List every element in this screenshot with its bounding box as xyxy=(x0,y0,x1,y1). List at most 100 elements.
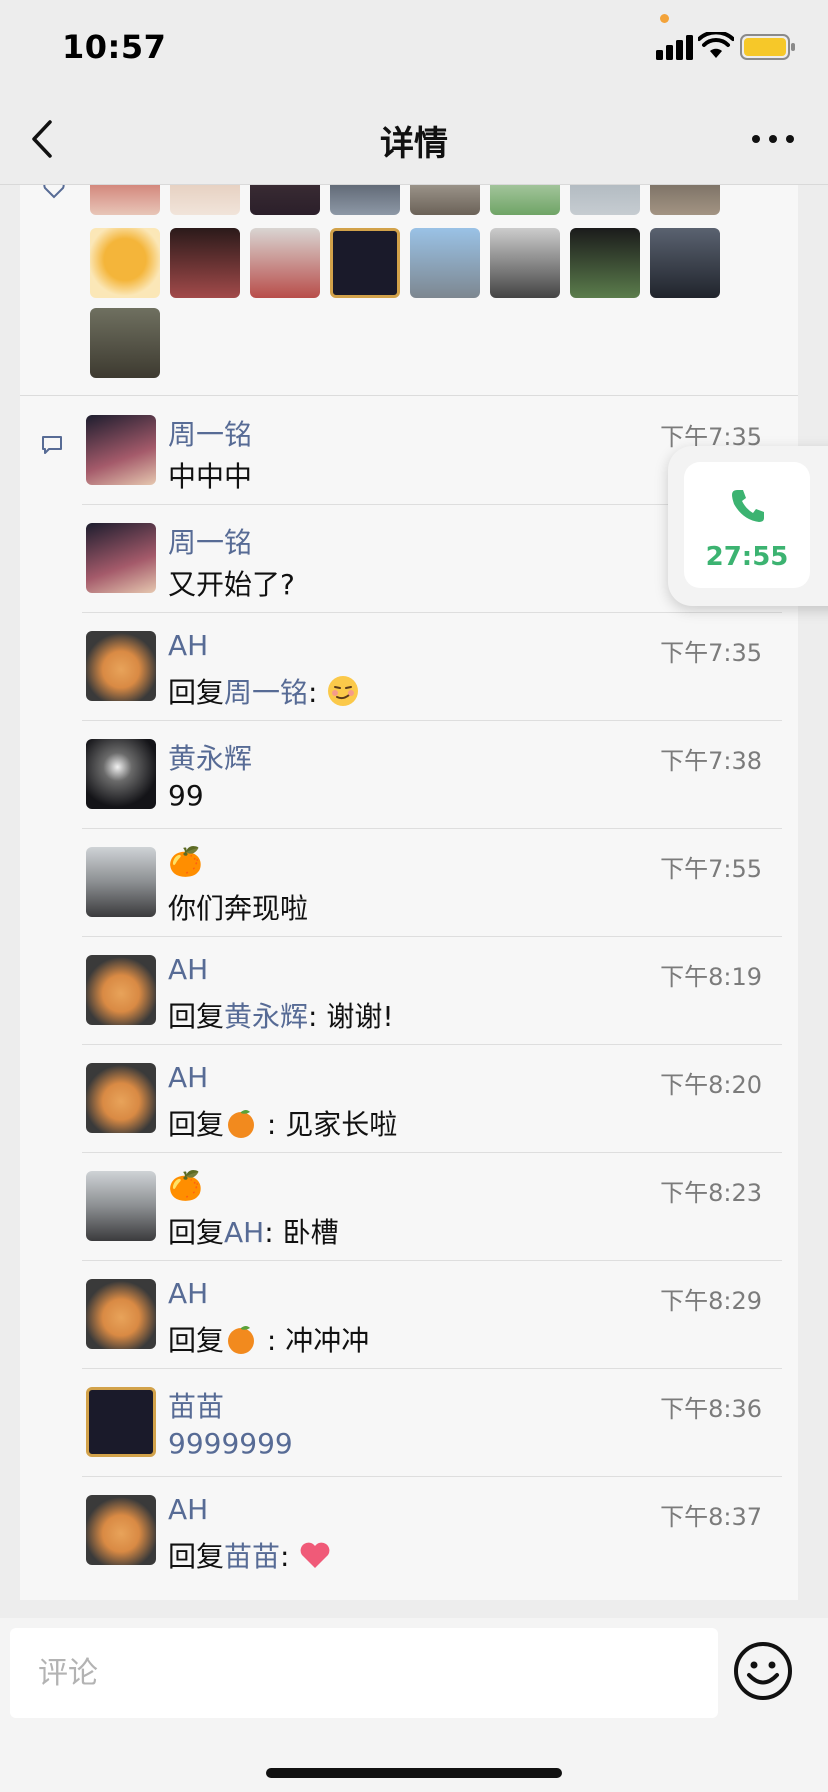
comment-text: 回复苗苗: xyxy=(168,1535,332,1575)
avatar[interactable] xyxy=(330,185,400,215)
comment-item[interactable]: AH 下午8:37 回复苗苗: xyxy=(82,1477,782,1584)
comment-item[interactable]: AH 下午8:19 回复黄永辉: 谢谢! xyxy=(82,937,782,1045)
comment-author[interactable]: AH xyxy=(168,629,208,662)
avatar[interactable] xyxy=(86,847,156,917)
avatar[interactable] xyxy=(170,228,240,298)
comment-input-bar xyxy=(0,1618,828,1792)
reply-separator: : xyxy=(308,1000,327,1033)
comment-author[interactable]: AH xyxy=(168,1277,208,1310)
avatar[interactable] xyxy=(650,228,720,298)
avatar[interactable] xyxy=(86,1063,156,1133)
comment-item[interactable]: AH 下午8:20 回复 : 见家长啦 xyxy=(82,1045,782,1153)
avatar[interactable] xyxy=(490,228,560,298)
comment-item[interactable]: 苗苗 下午8:36 9999999 xyxy=(82,1369,782,1477)
comment-input[interactable] xyxy=(10,1628,718,1718)
comment-text: 回复 : 见家长啦 xyxy=(168,1103,397,1143)
avatar[interactable] xyxy=(410,228,480,298)
reply-body: 谢谢! xyxy=(326,1000,394,1033)
reply-target[interactable]: AH xyxy=(224,1216,264,1249)
comment-author[interactable]: 黄永辉 xyxy=(168,737,252,777)
comment-item[interactable]: AH 下午7:35 回复周一铭: xyxy=(82,613,782,721)
avatar[interactable] xyxy=(250,228,320,298)
smirk-emoji-icon xyxy=(328,676,359,706)
avatar[interactable] xyxy=(570,228,640,298)
comment-author[interactable]: 🍊 xyxy=(168,845,203,878)
reply-separator: : xyxy=(308,676,327,709)
avatar[interactable] xyxy=(86,631,156,701)
reply-target[interactable]: 苗苗 xyxy=(224,1540,280,1573)
comment-time: 下午8:20 xyxy=(660,1071,762,1099)
comment-item[interactable]: 🍊 下午7:55 你们奔现啦 xyxy=(82,829,782,937)
call-panel[interactable]: 27:55 xyxy=(684,462,810,588)
heart-emoji-icon xyxy=(300,1542,330,1568)
tangerine-emoji-icon[interactable] xyxy=(224,1106,258,1140)
avatar[interactable] xyxy=(86,739,156,809)
status-bar: 10:57 xyxy=(0,0,828,94)
avatar[interactable] xyxy=(490,185,560,215)
avatar[interactable] xyxy=(90,185,160,215)
reply-prefix: 回复 xyxy=(168,676,225,709)
avatar[interactable] xyxy=(86,1171,156,1241)
reply-target[interactable]: 黄永辉 xyxy=(224,1000,308,1033)
avatar[interactable] xyxy=(650,185,720,215)
avatar[interactable] xyxy=(86,523,156,593)
comment-text[interactable]: 9999999 xyxy=(168,1427,293,1460)
call-duration: 27:55 xyxy=(705,542,789,572)
avatar[interactable] xyxy=(170,185,240,215)
comment-author[interactable]: 周一铭 xyxy=(168,413,252,453)
comment-item[interactable]: 🍊 下午8:23 回复AH: 卧槽 xyxy=(82,1153,782,1261)
avatar[interactable] xyxy=(90,308,160,378)
reply-separator: : xyxy=(258,1324,286,1357)
comment-author[interactable]: 苗苗 xyxy=(168,1385,224,1425)
comment-item[interactable]: AH 下午8:29 回复 : 冲冲冲 xyxy=(82,1261,782,1369)
avatar[interactable] xyxy=(86,1279,156,1349)
reply-prefix: 回复 xyxy=(168,1108,225,1141)
reply-prefix: 回复 xyxy=(168,1216,225,1249)
avatar[interactable] xyxy=(86,1495,156,1565)
comment-time: 下午8:36 xyxy=(660,1395,762,1423)
avatar[interactable] xyxy=(250,185,320,215)
reply-target[interactable]: 周一铭 xyxy=(224,676,308,709)
avatar[interactable] xyxy=(86,1387,156,1457)
comment-text: 回复黄永辉: 谢谢! xyxy=(168,995,394,1035)
comment-text: 回复 : 冲冲冲 xyxy=(168,1319,369,1359)
reply-prefix: 回复 xyxy=(168,1000,225,1033)
avatar[interactable] xyxy=(90,228,160,298)
phone-icon xyxy=(732,490,764,522)
reply-prefix: 回复 xyxy=(168,1540,225,1573)
comment-author[interactable]: AH xyxy=(168,953,208,986)
comment-text: 回复AH: 卧槽 xyxy=(168,1211,339,1251)
reply-body: 冲冲冲 xyxy=(285,1324,370,1357)
reply-separator: : xyxy=(280,1540,299,1573)
more-dots-icon[interactable] xyxy=(750,132,796,146)
nav-bar: 详情 xyxy=(0,94,828,185)
reply-body: 卧槽 xyxy=(282,1216,339,1249)
comment-item[interactable]: 黄永辉 下午7:38 99 xyxy=(82,721,782,829)
comment-author[interactable]: AH xyxy=(168,1061,208,1094)
floating-call-window[interactable]: 27:55 xyxy=(668,446,828,606)
avatar[interactable] xyxy=(330,228,400,298)
comment-time: 下午8:23 xyxy=(660,1179,762,1207)
avatar[interactable] xyxy=(570,185,640,215)
status-time: 10:57 xyxy=(62,28,167,66)
comment-text: 99 xyxy=(168,779,204,812)
home-indicator[interactable] xyxy=(266,1768,562,1778)
comment-author[interactable]: AH xyxy=(168,1493,208,1526)
likers-row-2 xyxy=(90,228,720,298)
comment-text: 你们奔现啦 xyxy=(168,892,309,925)
avatar[interactable] xyxy=(410,185,480,215)
comment-author[interactable]: 🍊 xyxy=(168,1169,203,1202)
comment-text: 回复周一铭: xyxy=(168,671,360,711)
smiley-icon[interactable] xyxy=(732,1640,794,1702)
tangerine-emoji-icon[interactable] xyxy=(224,1322,258,1356)
comment-time: 下午8:29 xyxy=(660,1287,762,1315)
heart-outline-icon xyxy=(43,185,65,199)
wifi-icon xyxy=(698,32,734,58)
likers-row-1 xyxy=(90,185,720,215)
comment-time: 下午7:55 xyxy=(660,855,762,883)
comment-text: 又开始了? xyxy=(168,568,295,601)
comment-author[interactable]: 周一铭 xyxy=(168,521,252,561)
avatar[interactable] xyxy=(86,955,156,1025)
avatar[interactable] xyxy=(86,415,156,485)
comment-text: 中中中 xyxy=(168,460,253,493)
